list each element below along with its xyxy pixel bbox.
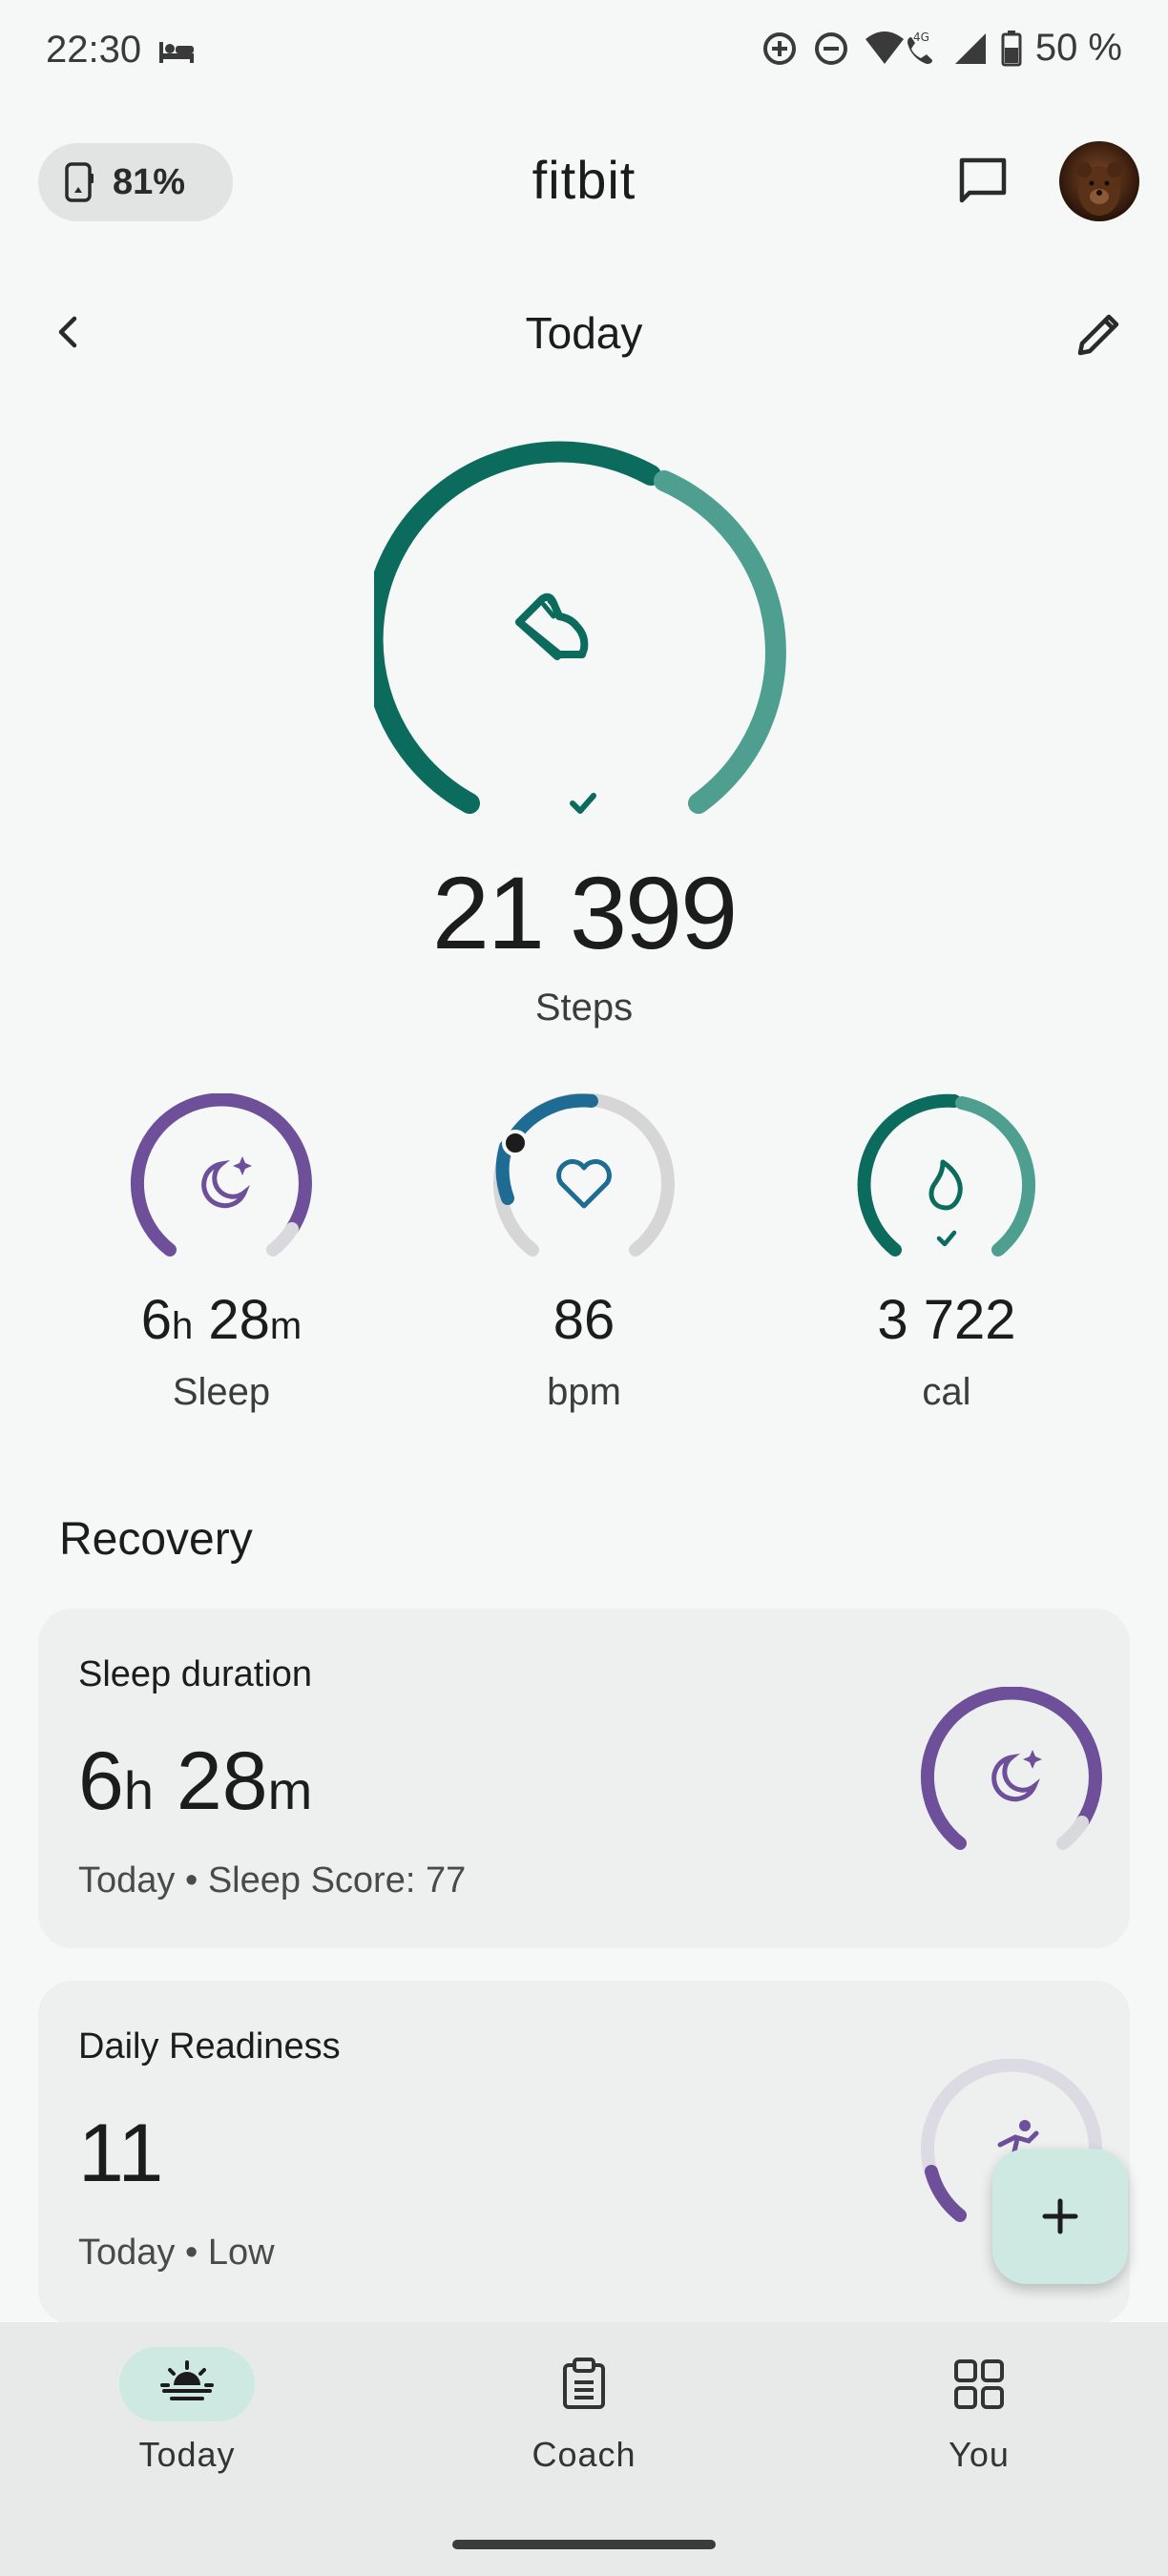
edit-pencil-icon[interactable] <box>1073 307 1126 361</box>
status-time: 22:30 <box>46 29 196 72</box>
steps-value: 21 399 <box>431 855 738 970</box>
message-icon[interactable] <box>956 155 1010 208</box>
sleep-duration-card[interactable]: Sleep duration 6h 28m Today • Sleep Scor… <box>38 1609 1130 1948</box>
daily-readiness-card[interactable]: Daily Readiness 11 Today • Low <box>38 1981 1130 2324</box>
nav-today[interactable]: Today <box>44 2347 330 2475</box>
sleep-score-ring <box>921 1687 1102 1850</box>
sleep-ring[interactable] <box>130 1093 313 1277</box>
nav-label: Coach <box>532 2435 636 2474</box>
date-title: Today <box>525 308 643 358</box>
sleep-value: 6h 28m <box>140 1289 302 1351</box>
grid-icon <box>954 2359 1004 2409</box>
heart-label: bpm <box>547 1371 621 1413</box>
data-saver-icon <box>762 31 796 65</box>
plus-icon <box>1042 2198 1078 2234</box>
card-value: 6h 28m <box>78 1735 313 1827</box>
signal-icon <box>954 32 986 64</box>
stat-sleep[interactable]: 6h 28m Sleep <box>97 1288 345 1414</box>
card-title: Daily Readiness <box>78 2026 341 2067</box>
battery-percent: 50 % <box>1034 27 1122 69</box>
nav-you[interactable]: You <box>836 2347 1122 2475</box>
steps-ring[interactable] <box>374 439 794 840</box>
avatar-image <box>1076 162 1122 216</box>
moon-stars-icon <box>991 1750 1042 1802</box>
flame-icon <box>928 1159 963 1211</box>
status-icons: 4G 50 % <box>761 27 1122 70</box>
heart-icon <box>556 1159 612 1209</box>
heart-value: 86 <box>553 1289 615 1351</box>
network-label: 4G <box>913 31 929 44</box>
card-title: Sleep duration <box>78 1654 313 1694</box>
calories-value: 3 722 <box>877 1289 1016 1351</box>
bed-icon <box>159 42 195 64</box>
card-value: 11 <box>78 2108 164 2199</box>
nav-coach[interactable]: Coach <box>441 2347 727 2475</box>
home-indicator[interactable] <box>452 2540 716 2549</box>
card-subtitle: Today • Low <box>78 2233 275 2273</box>
heart-ring[interactable] <box>492 1093 676 1277</box>
stat-calories[interactable]: 3 722 cal <box>823 1288 1071 1414</box>
recovery-title: Recovery <box>59 1514 253 1565</box>
moon-stars-icon <box>201 1156 252 1209</box>
do-not-disturb-icon <box>814 31 847 65</box>
bottom-nav: Today Coach You <box>0 2322 1168 2576</box>
steps-label: Steps <box>534 987 634 1028</box>
clipboard-icon <box>563 2358 605 2409</box>
stat-heart[interactable]: 86 bpm <box>460 1288 708 1414</box>
wifi-call-icon: 4G <box>865 31 932 64</box>
calories-label: cal <box>922 1371 971 1413</box>
shoe-icon <box>515 592 589 660</box>
goal-check-icon <box>570 793 596 814</box>
avatar[interactable] <box>1059 141 1139 221</box>
battery-icon <box>1001 30 1022 66</box>
card-subtitle: Today • Sleep Score: 77 <box>78 1860 467 1901</box>
add-fab-button[interactable] <box>992 2149 1128 2284</box>
sunrise-icon <box>160 2360 214 2400</box>
calories-ring[interactable] <box>855 1093 1038 1277</box>
nav-label: You <box>949 2435 1010 2474</box>
sleep-label: Sleep <box>172 1371 271 1413</box>
nav-label: Today <box>138 2435 236 2474</box>
nav-coach-pill <box>516 2347 652 2421</box>
nav-today-pill <box>119 2347 255 2421</box>
nav-you-pill <box>911 2347 1047 2421</box>
